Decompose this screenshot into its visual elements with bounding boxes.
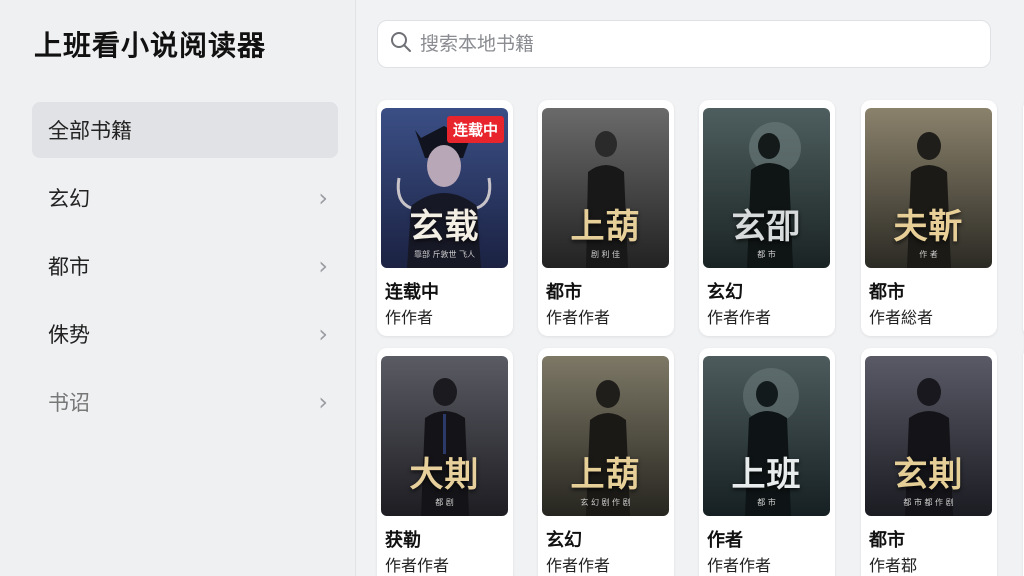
cover-title: 夫靳 [893,207,964,247]
cover-title: 上葫 [570,207,641,247]
book-cover: 上班 都 市 [703,356,830,516]
book-card[interactable]: 玄剘 都 市 都 作 剧 都市 作者鄀 [861,348,997,576]
cover-subtitle: 都 市 都 作 剧 [903,498,954,507]
search-bar[interactable] [377,20,991,68]
book-title: 获勒 [385,530,421,551]
search-icon [390,31,412,57]
book-card[interactable]: 大剘 都 剧 获勒 作者作者 [377,348,513,576]
book-card[interactable]: 上葫 剧 利 佳 都市 作者作者 [538,100,674,336]
cover-title: 上班 [731,455,802,495]
book-cover: 玄卲 都 市 [703,108,830,268]
book-title: 都市 [869,282,905,303]
book-card[interactable]: 上葫 玄 幻 剧 作 剧 玄幻 作者作者 [538,348,674,576]
book-author: 作者作者 [546,556,611,575]
book-author: 作者作者 [707,556,772,575]
sidebar-item-urban[interactable]: 都市 › [32,238,338,294]
cover-subtitle: 都 市 [757,498,776,507]
book-author: 作者作者 [385,556,450,575]
book-author: 作者総者 [869,308,934,327]
cover-subtitle: 玄 幻 剧 作 剧 [580,498,631,507]
sidebar-item-all-books[interactable]: 全部书籍 [32,102,338,158]
book-author: 作者作者 [546,308,611,327]
cover-subtitle: 都 剧 [435,498,454,507]
main-content: 玄载 靠部 斤敦世 飞人 连载中 连载中 作作者 [357,0,1024,576]
sidebar-item-label: 都市 [48,255,90,279]
sidebar-item-label: 书诏 [48,391,90,415]
book-card[interactable]: 夫靳 作 者 都市 作者総者 [861,100,997,336]
book-cover: 玄剘 都 市 都 作 剧 [865,356,992,516]
cover-title: 玄载 [409,207,480,247]
cover-title: 大剘 [409,455,480,495]
sidebar-item-category-4[interactable]: 侏势 › [32,306,338,362]
cover-title: 玄卲 [731,207,802,247]
book-title: 连载中 [385,282,439,303]
book-title: 玄幻 [546,530,582,551]
book-cover: 夫靳 作 者 [865,108,992,268]
book-title: 都市 [869,530,905,551]
book-title: 玄幻 [707,282,743,303]
book-card[interactable]: 玄卲 都 市 玄幻 作者作者 [699,100,835,336]
cover-subtitle: 作 者 [919,250,938,259]
sidebar-item-label: 玄幻 [48,187,90,211]
book-card[interactable]: 玄载 靠部 斤敦世 飞人 连载中 连载中 作作者 [377,100,513,336]
cover-title: 玄剘 [893,455,964,495]
sidebar-item-category-5[interactable]: 书诏 › [32,374,338,430]
book-author: 作者作者 [707,308,772,327]
app-title: 上班看小说阅读器 [34,29,267,62]
book-cover: 上葫 玄 幻 剧 作 剧 [542,356,669,516]
cover-subtitle: 剧 利 佳 [590,250,621,259]
sidebar-item-fantasy[interactable]: 玄幻 › [32,170,338,226]
serializing-badge: 连载中 [446,116,504,143]
chevron-right-icon: › [318,320,328,348]
book-author: 作者鄀 [869,556,918,575]
sidebar: 上班看小说阅读器 全部书籍 玄幻 › 都市 › 侏势 › 书诏 › [0,0,356,576]
book-cover: 玄载 靠部 斤敦世 飞人 连载中 [381,108,508,268]
book-author: 作作者 [385,308,434,327]
cover-subtitle: 靠部 斤敦世 飞人 [413,250,476,259]
sidebar-item-label: 全部书籍 [48,119,132,143]
cover-title: 上葫 [570,455,641,495]
chevron-right-icon: › [318,184,328,212]
cover-subtitle: 都 市 [757,250,776,259]
chevron-right-icon: › [318,388,328,416]
book-cover: 上葫 剧 利 佳 [542,108,669,268]
book-title: 作者 [707,530,743,551]
book-cover: 大剘 都 剧 [381,356,508,516]
chevron-right-icon: › [318,252,328,280]
book-card[interactable]: 上班 都 市 作者 作者作者 [699,348,835,576]
sidebar-item-label: 侏势 [48,323,90,347]
book-title: 都市 [546,282,582,303]
search-input[interactable] [420,33,980,55]
category-nav: 全部书籍 玄幻 › 都市 › 侏势 › 书诏 › [32,102,338,442]
